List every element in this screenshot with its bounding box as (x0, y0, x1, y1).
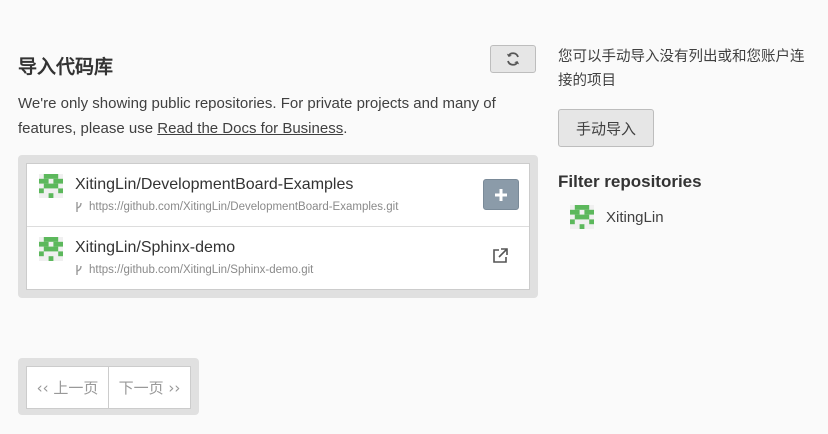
prev-page-button[interactable]: ‹‹ 上一页 (27, 367, 108, 408)
manual-import-note: 您可以手动导入没有列出或和您账户连接的项目 (558, 49, 805, 89)
refresh-icon (506, 52, 520, 66)
plus-icon (495, 188, 507, 201)
github-avatar-icon (39, 174, 63, 198)
repository-url-text: https://github.com/XitingLin/Development… (89, 201, 399, 213)
repository-name: XitingLin/DevelopmentBoard-Examples (75, 176, 354, 193)
repository-item: XitingLin/DevelopmentBoard-Examples http… (27, 164, 529, 227)
external-link-icon[interactable] (491, 247, 509, 265)
repository-url-text: https://github.com/XitingLin/Sphinx-demo… (89, 264, 314, 276)
filter-item-xitinglin[interactable]: XitingLin (570, 205, 664, 229)
intro-suffix: . (343, 120, 348, 137)
repository-name: XitingLin/Sphinx-demo (75, 239, 236, 256)
sidebar: 您可以手动导入没有列出或和您账户连接的项目 手动导入 Filter reposi… (558, 45, 818, 229)
repository-url: https://github.com/XitingLin/Development… (75, 201, 398, 213)
import-repository-button[interactable] (483, 179, 519, 210)
repository-list: XitingLin/DevelopmentBoard-Examples http… (26, 163, 530, 290)
next-page-button[interactable]: 下一页 ›› (108, 367, 190, 408)
filter-item-label: XitingLin (606, 208, 664, 226)
repository-item: XitingLin/Sphinx-demo https://github.com… (27, 227, 529, 289)
repository-list-container: XitingLin/DevelopmentBoard-Examples http… (18, 155, 538, 298)
github-avatar-icon (39, 237, 63, 261)
repository-url: https://github.com/XitingLin/Sphinx-demo… (75, 264, 313, 276)
git-branch-icon (76, 202, 82, 212)
refresh-button[interactable] (490, 45, 536, 73)
pagination: ‹‹ 上一页 下一页 ›› (18, 358, 199, 415)
page-title: 导入代码库 (18, 56, 114, 78)
intro-text: We're only showing public repositories. … (18, 91, 538, 141)
pagination-bar: ‹‹ 上一页 下一页 ›› (26, 366, 191, 409)
git-branch-icon (76, 265, 82, 275)
filter-title: Filter repositories (558, 172, 702, 191)
github-avatar-icon (570, 205, 594, 229)
business-link[interactable]: Read the Docs for Business (157, 120, 343, 137)
manual-import-button[interactable]: 手动导入 (558, 109, 654, 147)
